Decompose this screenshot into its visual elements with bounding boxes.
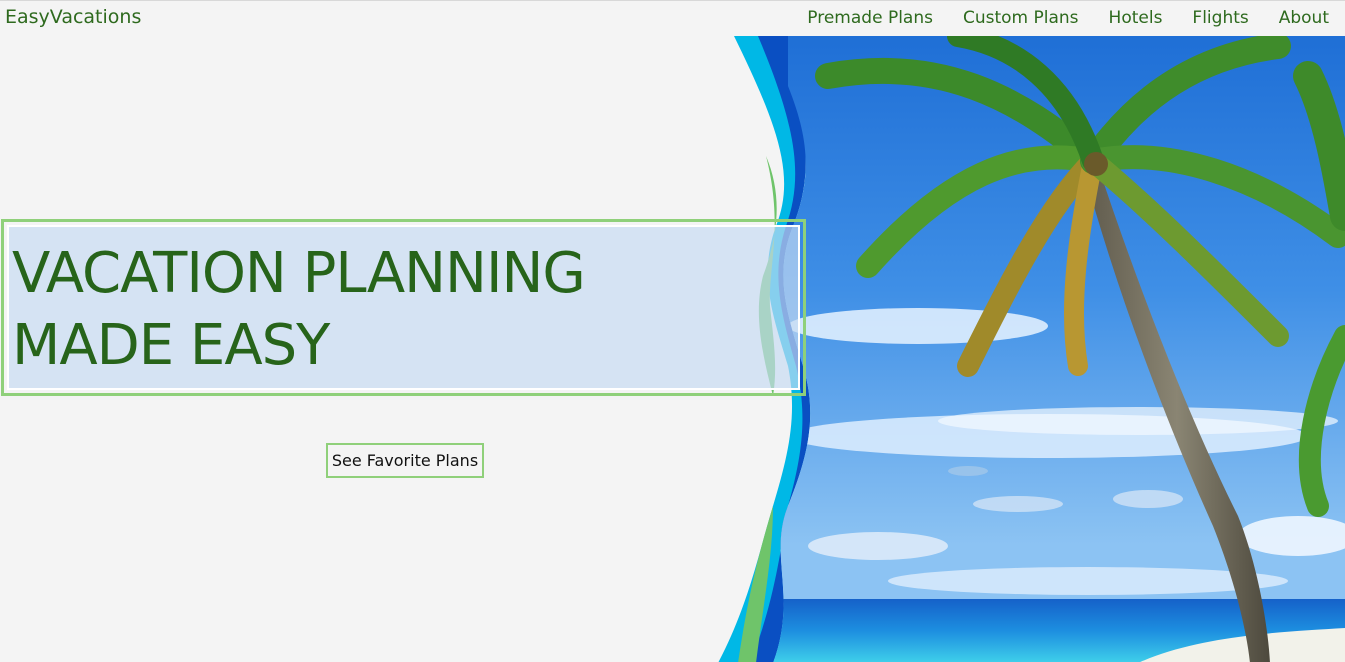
- nav-link-premade-plans[interactable]: Premade Plans: [807, 8, 933, 28]
- nav-links: Premade Plans Custom Plans Hotels Flight…: [777, 8, 1329, 28]
- nav-link-custom-plans[interactable]: Custom Plans: [963, 8, 1079, 28]
- headline-box: VACATION PLANNING MADE EASY: [1, 219, 806, 396]
- nav-link-flights[interactable]: Flights: [1192, 8, 1248, 28]
- headline-panel: VACATION PLANNING MADE EASY: [7, 225, 800, 390]
- navbar: EasyVacations Premade Plans Custom Plans…: [0, 1, 1345, 37]
- brand-logo-link[interactable]: EasyVacations: [5, 6, 141, 28]
- nav-link-hotels[interactable]: Hotels: [1109, 8, 1163, 28]
- page: EasyVacations Premade Plans Custom Plans…: [0, 0, 1345, 662]
- hero-beach-image: [718, 36, 1345, 662]
- headline-line-2: MADE EASY: [12, 313, 330, 378]
- see-favorite-plans-button[interactable]: See Favorite Plans: [326, 443, 484, 478]
- nav-link-about[interactable]: About: [1279, 8, 1329, 28]
- headline-line-1: VACATION PLANNING: [12, 241, 586, 306]
